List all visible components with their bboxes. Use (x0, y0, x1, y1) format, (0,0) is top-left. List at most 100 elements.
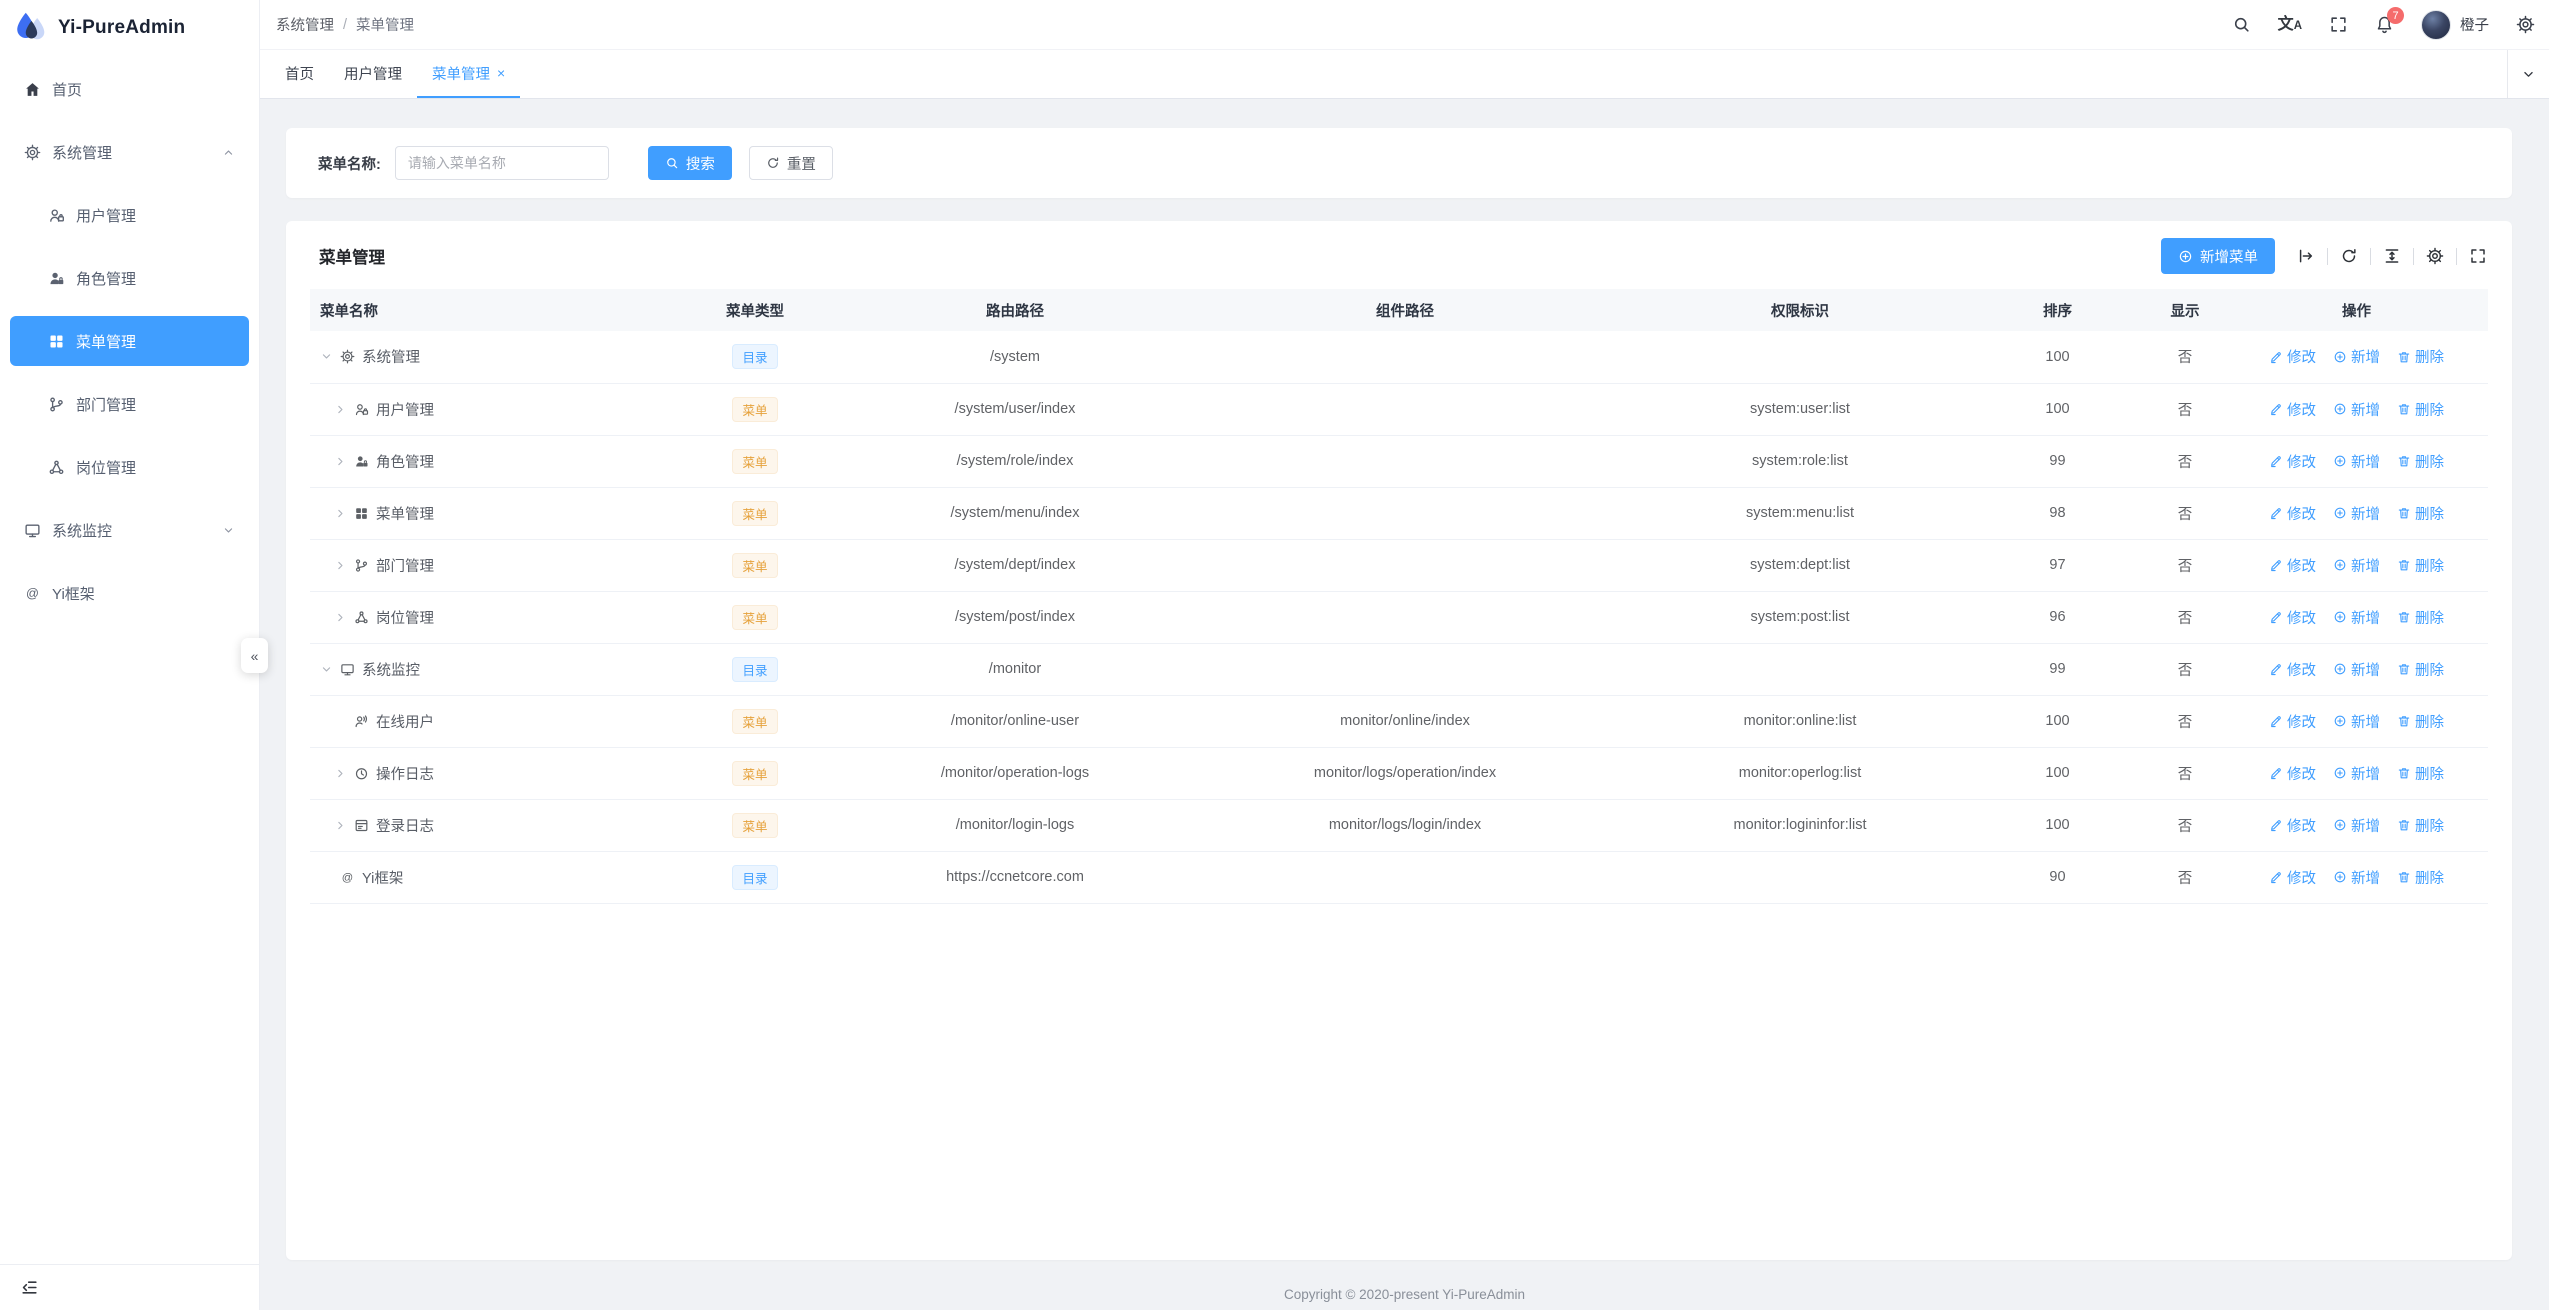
breadcrumb-item[interactable]: 系统管理 (276, 14, 334, 35)
del-row-button[interactable]: 删除 (2397, 607, 2444, 628)
search-button[interactable]: 搜索 (648, 146, 732, 180)
role-icon (354, 454, 369, 469)
edit-row-button[interactable]: 修改 (2269, 659, 2316, 680)
sidebar-item-post[interactable]: 岗位管理 (10, 442, 249, 492)
type-tag: 菜单 (732, 761, 777, 786)
tab-close-icon[interactable]: × (497, 66, 505, 80)
cell-visible: 否 (2145, 331, 2225, 383)
reset-button[interactable]: 重置 (749, 146, 833, 180)
del-row-button[interactable]: 删除 (2397, 399, 2444, 420)
notifications-button[interactable]: 7 (2375, 15, 2394, 34)
cell-menu-type: 菜单 (660, 539, 850, 591)
cell-sort: 97 (1970, 539, 2145, 591)
action-label: 删除 (2415, 607, 2444, 628)
row-expand-right-icon[interactable] (334, 767, 347, 780)
expand-toggle-icon[interactable] (2297, 247, 2315, 265)
del-row-button[interactable]: 删除 (2397, 763, 2444, 784)
edit-row-button[interactable]: 修改 (2269, 346, 2316, 367)
add-row-button[interactable]: 新增 (2333, 503, 2380, 524)
table-body: 系统管理目录/system100否修改新增删除用户管理菜单/system/use… (310, 331, 2488, 903)
edit-row-button[interactable]: 修改 (2269, 711, 2316, 732)
add-row-button[interactable]: 新增 (2333, 659, 2380, 680)
sidebar-collapse-handle[interactable]: « (241, 638, 268, 673)
refresh-icon[interactable] (2340, 247, 2358, 265)
cell-route: /monitor/operation-logs (850, 747, 1180, 799)
row-expand-down-icon[interactable] (320, 350, 333, 363)
edit-row-button[interactable]: 修改 (2269, 815, 2316, 836)
cell-route: /system/user/index (850, 383, 1180, 435)
row-expand-down-icon[interactable] (320, 663, 333, 676)
row-expand-right-icon[interactable] (334, 819, 347, 832)
sidebar-item-dept[interactable]: 部门管理 (10, 379, 249, 429)
add-row-button[interactable]: 新增 (2333, 867, 2380, 888)
translate-icon[interactable]: 文A (2278, 17, 2302, 33)
sidebar-item-user[interactable]: 用户管理 (10, 190, 249, 240)
chevron-down-icon (2521, 67, 2536, 82)
sidebar-item-gear[interactable]: 系统管理 (10, 127, 249, 177)
sidebar-item-role[interactable]: 角色管理 (10, 253, 249, 303)
del-row-button[interactable]: 删除 (2397, 346, 2444, 367)
row-expand-right-icon[interactable] (334, 403, 347, 416)
density-icon[interactable] (2383, 247, 2401, 265)
action-label: 删除 (2415, 451, 2444, 472)
edit-row-button[interactable]: 修改 (2269, 607, 2316, 628)
del-row-button[interactable]: 删除 (2397, 659, 2444, 680)
menu-name-input[interactable] (395, 146, 609, 180)
del-row-button[interactable]: 删除 (2397, 815, 2444, 836)
cell-route: /system/role/index (850, 435, 1180, 487)
settings-gear-icon[interactable] (2516, 15, 2535, 34)
del-row-button[interactable]: 删除 (2397, 555, 2444, 576)
sidebar-item-monitor[interactable]: 系统监控 (10, 505, 249, 555)
trash-icon (2397, 558, 2411, 572)
add-row-button[interactable]: 新增 (2333, 815, 2380, 836)
menu-fold-icon[interactable] (20, 1278, 39, 1297)
column-settings-icon[interactable] (2426, 247, 2444, 265)
add-row-button[interactable]: 新增 (2333, 555, 2380, 576)
row-expand-right-icon[interactable] (334, 455, 347, 468)
gear-icon (340, 349, 355, 364)
edit-row-button[interactable]: 修改 (2269, 451, 2316, 472)
row-expand-right-icon[interactable] (334, 611, 347, 624)
add-row-button[interactable]: 新增 (2333, 346, 2380, 367)
edit-row-button[interactable]: 修改 (2269, 555, 2316, 576)
user-menu[interactable]: 橙子 (2421, 10, 2489, 40)
edit-row-button[interactable]: 修改 (2269, 399, 2316, 420)
del-row-button[interactable]: 删除 (2397, 503, 2444, 524)
menu-name-text: 角色管理 (376, 451, 434, 472)
del-row-button[interactable]: 删除 (2397, 451, 2444, 472)
row-expand-right-icon[interactable] (334, 507, 347, 520)
sidebar-item-grid[interactable]: 菜单管理 (10, 316, 249, 366)
tab-菜单管理[interactable]: 菜单管理× (417, 50, 520, 98)
plus-icon (2333, 610, 2347, 624)
add-menu-button[interactable]: 新增菜单 (2161, 238, 2275, 274)
monitor-icon (340, 662, 355, 677)
edit-row-button[interactable]: 修改 (2269, 867, 2316, 888)
app-logo[interactable]: Yi-PureAdmin (0, 0, 259, 56)
sidebar-item-at[interactable]: Yi框架 (10, 568, 249, 618)
add-row-button[interactable]: 新增 (2333, 607, 2380, 628)
sidebar-item-home[interactable]: 首页 (10, 64, 249, 114)
action-label: 删除 (2415, 711, 2444, 732)
gear-icon (24, 144, 41, 161)
row-expand-right-icon[interactable] (334, 559, 347, 572)
table-fullscreen-icon[interactable] (2469, 247, 2487, 265)
cell-route: https://ccnetcore.com (850, 851, 1180, 903)
cell-component (1180, 487, 1630, 539)
plus-icon (2333, 506, 2347, 520)
add-row-button[interactable]: 新增 (2333, 711, 2380, 732)
del-row-button[interactable]: 删除 (2397, 711, 2444, 732)
add-row-button[interactable]: 新增 (2333, 399, 2380, 420)
search-icon[interactable] (2232, 15, 2251, 34)
tab-首页[interactable]: 首页 (270, 50, 329, 98)
add-row-button[interactable]: 新增 (2333, 451, 2380, 472)
table-row: 在线用户菜单/monitor/online-usermonitor/online… (310, 695, 2488, 747)
fullscreen-icon[interactable] (2329, 15, 2348, 34)
cell-visible: 否 (2145, 591, 2225, 643)
edit-row-button[interactable]: 修改 (2269, 763, 2316, 784)
edit-row-button[interactable]: 修改 (2269, 503, 2316, 524)
tabs-menu-button[interactable] (2507, 50, 2549, 98)
del-row-button[interactable]: 删除 (2397, 867, 2444, 888)
column-header: 显示 (2145, 289, 2225, 331)
tab-用户管理[interactable]: 用户管理 (329, 50, 417, 98)
add-row-button[interactable]: 新增 (2333, 763, 2380, 784)
